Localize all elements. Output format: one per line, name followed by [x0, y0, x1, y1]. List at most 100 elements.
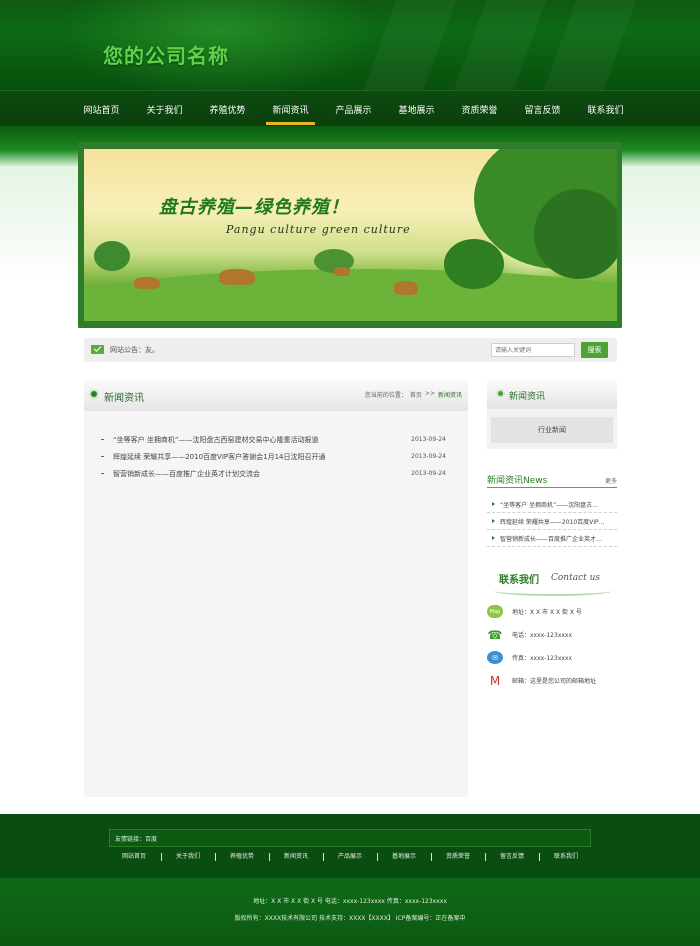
notice-bar: 网站公告：友。 搜索	[84, 338, 617, 362]
banner-hill	[84, 269, 617, 321]
phone-icon: ☎	[487, 627, 503, 642]
nav-item[interactable]: 产品展示	[322, 91, 385, 127]
header-stripe	[543, 0, 637, 90]
contact-text: 地址：X X 市 X X 街 X 号	[512, 609, 582, 616]
mail-icon: M	[487, 674, 503, 688]
sidebar-news-text[interactable]: “坐等客户 坐拥商机”——沈阳盘古…	[500, 500, 598, 509]
nav-item[interactable]: 网站首页	[70, 91, 133, 127]
list-bullet-icon	[101, 473, 104, 474]
nav-item[interactable]: 资质荣誉	[448, 91, 511, 127]
header-stripe	[453, 0, 547, 90]
section-bullet-icon	[89, 389, 99, 399]
banner-tree	[94, 241, 130, 271]
list-item[interactable]: 辉煌延续 荣耀共享——2010百度VIP…	[487, 513, 617, 530]
nav-item[interactable]: 联系我们	[574, 91, 637, 127]
footer-nav-item[interactable]: 网站首页	[107, 851, 161, 863]
sidebar-category-title: 新闻资讯	[509, 392, 546, 402]
banner-title: 盘古养殖—绿色养殖！	[159, 197, 349, 218]
breadcrumb: 您当前的位置： 首页 >> 新闻资讯	[365, 390, 462, 399]
footer-nav-item[interactable]: 基地展示	[377, 851, 431, 863]
search-button[interactable]: 搜索	[581, 342, 608, 358]
nav-item[interactable]: 关于我们	[133, 91, 196, 127]
search-input[interactable]	[491, 343, 575, 357]
contact-item: Map 地址：X X 市 X X 街 X 号	[487, 600, 617, 623]
footer-nav: 网站首页 关于我们 养殖优势 新闻资讯 产品展示 基地展示 资质荣誉 留言反馈 联系我们	[107, 851, 593, 863]
banner: 盘古养殖—绿色养殖！ Pangu culture green culture	[84, 149, 617, 321]
arrow-icon	[492, 502, 495, 506]
main-nav: 网站首页 关于我们 养殖优势 新闻资讯 产品展示 基地展示 资质荣誉 留言反馈 联系我们	[0, 90, 700, 126]
sidebar-category-box: 新闻资讯 行业新闻	[487, 379, 617, 449]
breadcrumb-home[interactable]: 首页	[410, 390, 422, 399]
deer	[394, 281, 418, 295]
list-item[interactable]: 智营销新成长——百度推广企业英才计划交流会 2013-09-24	[101, 465, 451, 482]
sidebar-news-text[interactable]: 辉煌延续 荣耀共享——2010百度VIP…	[500, 517, 605, 526]
news-list: “坐等客户 坐拥商机”——沈阳盘古西窑建材交易中心隆重活动报道 2013-09-2…	[101, 431, 451, 482]
deer	[219, 269, 255, 285]
refresh-icon	[496, 389, 505, 398]
friend-links-bar: 友情链接：百度	[109, 829, 591, 847]
address-icon: Map	[487, 605, 503, 618]
site-header: 您的公司名称	[0, 0, 700, 90]
sidebar-news-text[interactable]: 智营销新成长——百度推广企业英才…	[500, 534, 602, 543]
footer-nav-item[interactable]: 联系我们	[539, 851, 593, 863]
footer-top: 友情链接：百度 网站首页 关于我们 养殖优势 新闻资讯 产品展示 基地展示 资质荣誉 留言反馈…	[0, 814, 700, 878]
banner-tree	[534, 189, 617, 279]
list-item[interactable]: 辉煌延续 荣耀共享——2010百度VIP客户答谢会1月14日沈阳召开通 2013-…	[101, 448, 451, 465]
contact-text: 邮箱：这里是您公司的邮箱地址	[512, 678, 597, 685]
deer	[334, 267, 350, 276]
more-link[interactable]: 更多	[605, 476, 617, 485]
news-title[interactable]: 辉煌延续 荣耀共享——2010百度VIP客户答谢会1月14日沈阳召开通	[113, 452, 325, 462]
news-panel: 新闻资讯 您当前的位置： 首页 >> 新闻资讯 “坐等客户 坐拥商机”——沈阳盘…	[84, 379, 468, 797]
banner-subtitle: Pangu culture green culture	[226, 223, 411, 236]
main-nav-list: 网站首页 关于我们 养殖优势 新闻资讯 产品展示 基地展示 资质荣誉 留言反馈 联系我们	[70, 91, 637, 127]
contact-item: ☎ 电话：xxxx-123xxxx	[487, 623, 617, 646]
list-item[interactable]: “坐等客户 坐拥商机”——沈阳盘古…	[487, 496, 617, 513]
nav-item[interactable]: 新闻资讯	[259, 91, 322, 127]
news-date: 2013-09-24	[411, 470, 446, 477]
friend-links[interactable]: 友情链接：百度	[115, 834, 157, 843]
sidebar-news-title: 新闻资讯News	[487, 476, 548, 486]
company-name[interactable]: 您的公司名称	[103, 40, 229, 69]
sidebar-news-header: 新闻资讯News 更多	[487, 472, 617, 488]
arrow-icon	[492, 536, 495, 540]
contact-list: Map 地址：X X 市 X X 街 X 号 ☎ 电话：xxxx-123xxxx ✉ 传真…	[487, 600, 617, 692]
footer-nav-item[interactable]: 留言反馈	[485, 851, 539, 863]
news-panel-title: 新闻资讯	[104, 393, 144, 404]
list-item[interactable]: 智营销新成长——百度推广企业英才…	[487, 530, 617, 547]
list-bullet-icon	[101, 456, 104, 457]
footer-nav-item[interactable]: 养殖优势	[215, 851, 269, 863]
footer-bottom: 地址：X X 市 X X 街 X 号 电话：xxxx-123xxxx 传真：xx…	[0, 878, 700, 946]
deer	[134, 277, 160, 289]
notice-icon	[91, 345, 104, 354]
contact-title-en: Contact us	[551, 573, 601, 583]
arrow-icon	[492, 519, 495, 523]
notice-text: 网站公告：友。	[110, 346, 159, 354]
footer-nav-item[interactable]: 新闻资讯	[269, 851, 323, 863]
list-bullet-icon	[101, 439, 104, 440]
sidebar-news-list: “坐等客户 坐拥商机”——沈阳盘古… 辉煌延续 荣耀共享——2010百度VIP… 智…	[487, 496, 617, 547]
contact-text: 电话：xxxx-123xxxx	[512, 632, 573, 639]
list-item[interactable]: “坐等客户 坐拥商机”——沈阳盘古西窑建材交易中心隆重活动报道 2013-09-2…	[101, 431, 451, 448]
contact-item: ✉ 传真：xxxx-123xxxx	[487, 646, 617, 669]
footer-address: 地址：X X 市 X X 街 X 号 电话：xxxx-123xxxx 传真：xx…	[253, 898, 447, 905]
breadcrumb-current[interactable]: 新闻资讯	[438, 390, 462, 399]
nav-item[interactable]: 基地展示	[385, 91, 448, 127]
footer-nav-item[interactable]: 关于我们	[161, 851, 215, 863]
sidebar-item-industry-news[interactable]: 行业新闻	[491, 417, 613, 443]
contact-swoosh	[494, 586, 612, 596]
news-date: 2013-09-24	[411, 453, 446, 460]
contact-text: 传真：xxxx-123xxxx	[512, 655, 573, 662]
breadcrumb-prefix: 您当前的位置：	[364, 392, 407, 399]
news-title[interactable]: 智营销新成长——百度推广企业英才计划交流会	[113, 469, 260, 479]
footer-nav-item[interactable]: 资质荣誉	[431, 851, 485, 863]
footer-nav-item[interactable]: 产品展示	[323, 851, 377, 863]
breadcrumb-separator: >>	[424, 390, 435, 397]
news-panel-header: 新闻资讯 您当前的位置： 首页 >> 新闻资讯	[84, 379, 468, 411]
fax-icon: ✉	[487, 651, 503, 664]
banner-tree	[444, 239, 504, 289]
contact-title: 联系我们	[499, 575, 539, 586]
nav-item[interactable]: 养殖优势	[196, 91, 259, 127]
nav-item[interactable]: 留言反馈	[511, 91, 574, 127]
news-title[interactable]: “坐等客户 坐拥商机”——沈阳盘古西窑建材交易中心隆重活动报道	[113, 435, 318, 445]
contact-item: M 邮箱：这里是您公司的邮箱地址	[487, 669, 617, 692]
